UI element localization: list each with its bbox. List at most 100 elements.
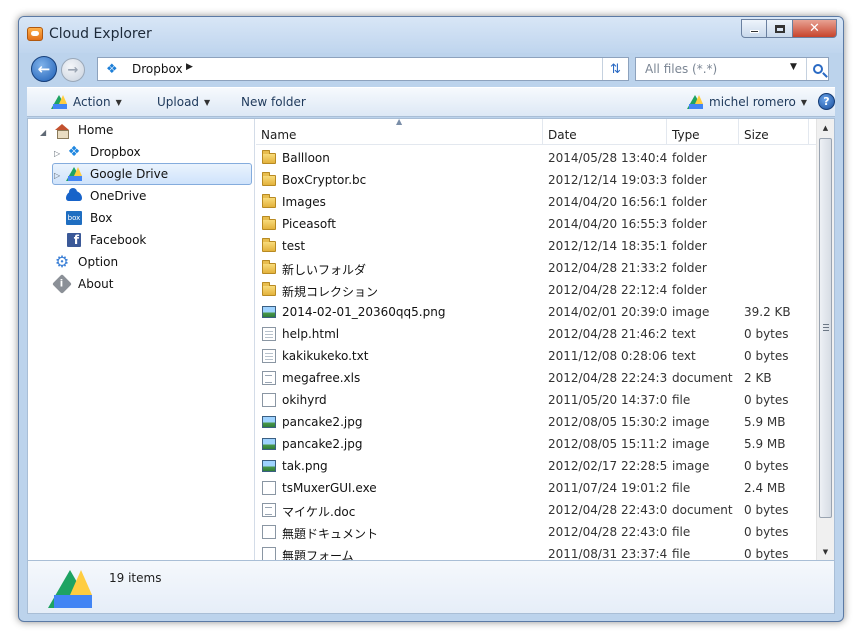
table-row[interactable]: tak.png 2012/02/17 22:28:54 image 0 bytes [256, 455, 816, 477]
doc-file-icon [262, 371, 276, 385]
file-file-icon [262, 547, 276, 560]
action-menu[interactable]: Action ▼ [51, 95, 122, 109]
tree-item-label: Facebook [90, 233, 147, 247]
column-header-type[interactable]: Type [667, 119, 739, 145]
forward-button[interactable]: → [61, 58, 85, 82]
file-name: 2014-02-01_20360qq5.png [282, 305, 446, 319]
gear-icon: ⚙ [54, 252, 70, 271]
address-bar[interactable]: ❖ Dropbox ▶ ⇅ [97, 57, 629, 81]
file-type: file [672, 481, 691, 495]
folder-file-icon [262, 238, 276, 252]
file-filter-box[interactable]: All files (*.*) ▼ [635, 57, 829, 81]
file-type: folder [672, 283, 707, 297]
file-file-icon [262, 393, 276, 407]
box-icon: box [66, 210, 82, 226]
list-header: ▲ Name Date Type Size [256, 119, 816, 145]
navigation-tree: ◢ Home ▷ ❖ Dropbox Google Drive ▷ OneDri… [28, 119, 255, 560]
file-type: file [672, 525, 691, 539]
file-type: folder [672, 261, 707, 275]
tree-item-home[interactable]: Home [54, 119, 244, 141]
upload-menu[interactable]: Upload ▼ [157, 95, 210, 109]
back-button[interactable]: ← [31, 56, 57, 82]
image-file-icon [262, 460, 276, 472]
tree-item-dropbox[interactable]: ❖ Dropbox [66, 141, 246, 163]
scrollbar-thumb[interactable] [819, 138, 832, 518]
file-type: folder [672, 173, 707, 187]
table-row[interactable]: okihyrd 2011/05/20 14:37:01 file 0 bytes [256, 389, 816, 411]
image-file-icon [262, 306, 276, 318]
tree-item-option[interactable]: ⚙ Option [54, 251, 244, 273]
refresh-button[interactable]: ⇅ [602, 58, 628, 80]
dropbox-icon: ❖ [106, 62, 118, 77]
column-header-date[interactable]: Date [543, 119, 667, 145]
help-icon[interactable]: ? [818, 93, 835, 110]
table-row[interactable]: BoxCryptor.bc 2012/12/14 19:03:32 folder [256, 169, 816, 191]
image-file-icon [262, 438, 276, 450]
table-row[interactable]: Piceasoft 2014/04/20 16:55:30 folder [256, 213, 816, 235]
file-date: 2012/04/28 22:43:00 [548, 503, 668, 517]
expand-arrow-icon[interactable]: ▷ [54, 149, 60, 158]
file-size: 0 bytes [744, 503, 789, 517]
file-date: 2012/12/14 19:03:32 [548, 173, 668, 187]
table-row[interactable]: マイケル.doc 2012/04/28 22:43:00 document 0 byt… [256, 499, 816, 521]
file-date: 2011/05/20 14:37:01 [548, 393, 668, 407]
breadcrumb-chevron-icon[interactable]: ▶ [186, 62, 193, 72]
title-bar[interactable]: Cloud Explorer ✕ [19, 17, 843, 53]
search-button[interactable] [806, 58, 828, 80]
table-row[interactable]: kakikukeko.txt 2011/12/08 0:28:06 text 0 by… [256, 345, 816, 367]
file-date: 2012/02/17 22:28:54 [548, 459, 668, 473]
table-row[interactable]: 新規コレクション 2012/04/28 22:12:43 folder [256, 279, 816, 301]
tree-item-box[interactable]: box Box [66, 207, 246, 229]
file-filter-dropdown-icon[interactable]: ▼ [790, 62, 797, 72]
table-row[interactable]: 無題ドキュメント 2012/04/28 22:43:00 file 0 bytes [256, 521, 816, 543]
status-bar: 19 items [27, 561, 835, 614]
column-header-name[interactable]: Name [256, 119, 543, 145]
file-type: folder [672, 217, 707, 231]
item-count: 19 items [109, 571, 162, 585]
file-type: file [672, 393, 691, 407]
close-button[interactable]: ✕ [793, 19, 837, 38]
new-folder-button[interactable]: New folder [241, 95, 306, 109]
image-file-icon [262, 416, 276, 428]
account-menu[interactable]: michel romero ▼ [687, 95, 807, 109]
scroll-up-arrow-icon[interactable]: ▲ [817, 119, 834, 136]
table-row[interactable]: tsMuxerGUI.exe 2011/07/24 19:01:20 file 2.4… [256, 477, 816, 499]
tree-item-google-drive[interactable]: Google Drive [52, 163, 252, 185]
folder-file-icon [262, 150, 276, 164]
maximize-button[interactable] [767, 19, 793, 38]
address-location[interactable]: Dropbox [132, 62, 183, 76]
table-row[interactable]: pancake2.jpg 2012/08/05 15:11:22 image 5.9 … [256, 433, 816, 455]
table-row[interactable]: help.html 2012/04/28 21:46:22 text 0 bytes [256, 323, 816, 345]
chevron-down-icon: ▼ [204, 97, 211, 107]
table-row[interactable]: megafree.xls 2012/04/28 22:24:36 document 2… [256, 367, 816, 389]
file-name: 無題ドキュメント [282, 527, 379, 541]
text-file-icon [262, 349, 276, 363]
table-row[interactable]: 無題フォーム 2011/08/31 23:37:45 file 0 bytes [256, 543, 816, 560]
chevron-down-icon: ▼ [800, 97, 808, 107]
tree-item-facebook[interactable]: f Facebook [66, 229, 246, 251]
scroll-down-arrow-icon[interactable]: ▼ [817, 543, 834, 560]
tree-item-label: Option [78, 255, 119, 269]
file-size: 0 bytes [744, 327, 789, 341]
expand-arrow-icon[interactable]: ▷ [54, 171, 60, 180]
table-row[interactable]: 新しいフォルダ 2012/04/28 21:33:22 folder [256, 257, 816, 279]
minimize-icon [749, 30, 759, 33]
column-header-size[interactable]: Size [739, 119, 809, 145]
tree-item-onedrive[interactable]: OneDrive [66, 185, 246, 207]
file-type: document [672, 503, 733, 517]
file-type: text [672, 327, 696, 341]
collapse-arrow-icon[interactable]: ◢ [40, 128, 46, 137]
table-row[interactable]: test 2012/12/14 18:35:14 folder [256, 235, 816, 257]
file-size: 0 bytes [744, 525, 789, 539]
table-row[interactable]: 2014-02-01_20360qq5.png 2014/02/01 20:39:… [256, 301, 816, 323]
facebook-icon: f [66, 232, 82, 248]
table-row[interactable]: Ballloon 2014/05/28 13:40:47 folder [256, 147, 816, 169]
vertical-scrollbar[interactable]: ▲ ▼ [816, 119, 834, 560]
content-area: ◢ Home ▷ ❖ Dropbox Google Drive ▷ OneDri… [27, 118, 835, 561]
tree-item-about[interactable]: i About [52, 273, 244, 295]
google-drive-icon [51, 95, 67, 109]
table-row[interactable]: pancake2.jpg 2012/08/05 15:30:26 image 5.9 … [256, 411, 816, 433]
file-size: 39.2 KB [744, 305, 791, 319]
minimize-button[interactable] [741, 19, 767, 38]
table-row[interactable]: Images 2014/04/20 16:56:17 folder [256, 191, 816, 213]
